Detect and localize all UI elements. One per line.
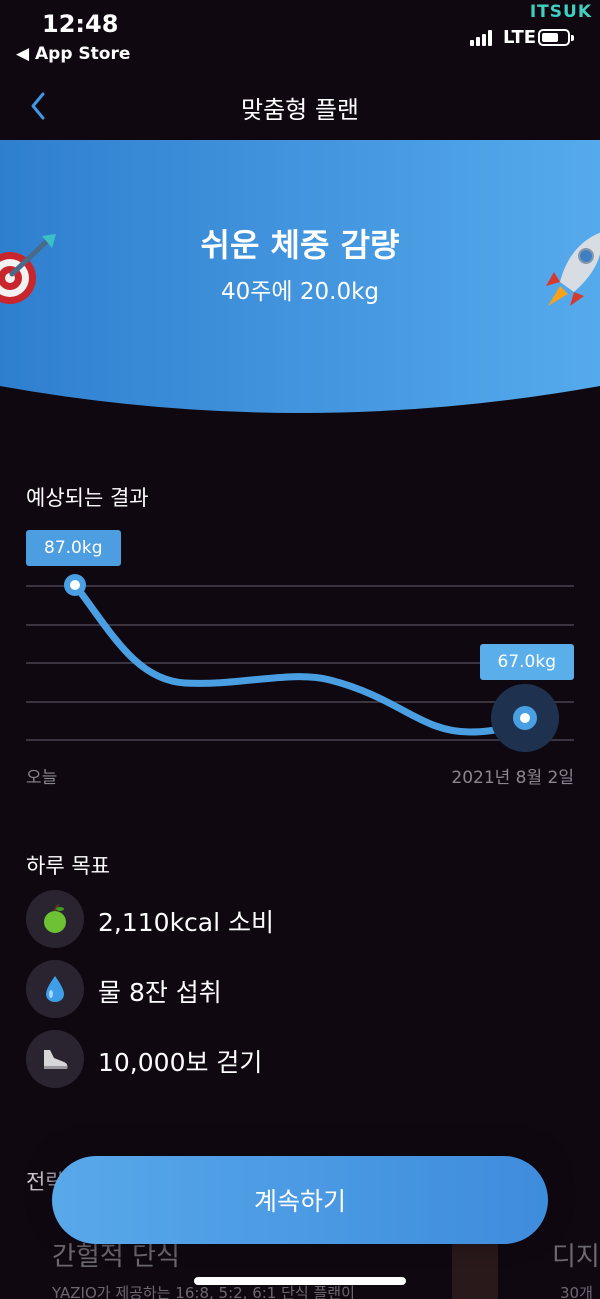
end-point-center (520, 713, 530, 723)
apple-icon (26, 890, 84, 948)
start-weight-label: 87.0kg (26, 530, 121, 566)
status-time: 12:48 (42, 10, 119, 38)
continue-button[interactable]: 계속하기 (52, 1156, 548, 1244)
nav-bar: 맞춤형 플랜 (0, 80, 600, 132)
strategy-card-name[interactable]: 디지 (552, 1236, 600, 1273)
battery-icon (538, 29, 574, 46)
water-drop-icon (26, 960, 84, 1018)
goal-item-steps: 10,000보 걷기 (26, 1030, 574, 1088)
plan-subtitle: 40주에 20.0kg (220, 279, 380, 305)
weight-trend-line (71, 581, 529, 736)
start-date-label: 오늘 (26, 768, 58, 788)
goal-text: 10,000보 걷기 (98, 1048, 263, 1077)
hourglass-icon (452, 1240, 498, 1299)
start-point-center (70, 580, 80, 590)
strategy-card-count: 30개 (560, 1284, 593, 1299)
goal-weight-label: 67.0kg (479, 644, 574, 680)
page-title: 맞춤형 플랜 (240, 96, 360, 124)
end-date-label: 2021년 8월 2일 (451, 768, 574, 788)
goal-text: 2,110kcal 소비 (98, 908, 275, 937)
daily-goals-title: 하루 목표 (26, 854, 110, 878)
home-indicator[interactable] (194, 1277, 406, 1285)
watermark: ITSUK (529, 2, 592, 22)
status-bar: 12:48 ◀ App Store ITSUK LTE (0, 0, 600, 80)
signal-icon (470, 30, 496, 46)
network-label: LTE (503, 27, 537, 48)
goal-item-calories: 2,110kcal 소비 (26, 890, 574, 948)
plan-hero-banner: 쉬운 체중 감량 40주에 20.0kg (0, 140, 600, 420)
plan-title: 쉬운 체중 감량 (200, 226, 400, 264)
goal-item-water: 물 8잔 섭취 (26, 960, 574, 1018)
sneaker-icon (26, 1030, 84, 1088)
back-to-app-store-link[interactable]: ◀ App Store (16, 44, 130, 64)
goal-text: 물 8잔 섭취 (98, 978, 222, 1007)
expected-results-title: 예상되는 결과 (26, 486, 149, 510)
weight-projection-chart: 87.0kg 67.0kg 오늘 2021년 8월 2일 (0, 520, 600, 790)
